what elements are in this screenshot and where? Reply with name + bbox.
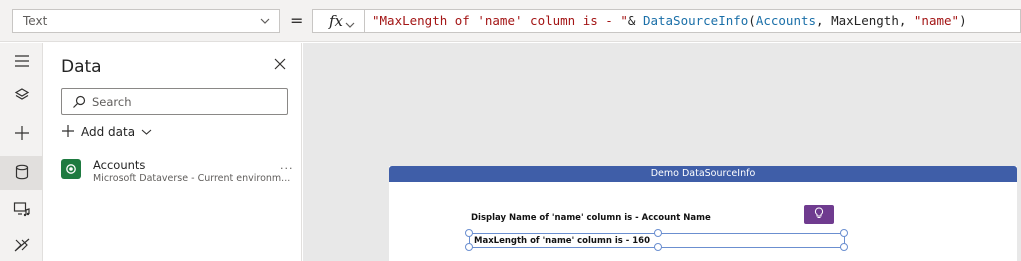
maxlength-label: MaxLength of 'name' column is - 160 [474,236,651,246]
fx-chevron-down-icon[interactable] [345,18,355,32]
lightbulb-icon [814,207,824,222]
resize-handle[interactable] [465,229,473,237]
resize-handle[interactable] [654,229,662,237]
formula-close-paren: ) [959,13,967,28]
left-rail [0,43,43,261]
data-source-subtitle: Microsoft Dataverse - Current environm..… [93,173,291,184]
pane-title: Data [61,57,102,77]
add-data-button[interactable]: Add data [61,122,152,142]
rail-menu-button[interactable] [0,45,43,79]
formula-input[interactable]: fx "MaxLength of 'name' column is - "& D… [312,9,1021,33]
data-pane: Data Search Add data Accounts Microsoft … [44,43,302,261]
maxlength-label-selected[interactable]: MaxLength of 'name' column is - 160 [465,229,848,251]
resize-handle[interactable] [840,229,848,237]
screen-header-bar[interactable]: Demo DataSourceInfo [389,166,1017,182]
formula-function: DataSourceInfo [642,13,749,28]
formula-open-paren: ( [748,13,756,28]
resize-handle[interactable] [840,243,848,251]
rail-insert-button[interactable] [0,117,43,151]
rail-media-button[interactable] [0,193,43,227]
hamburger-icon [14,54,30,71]
search-input[interactable]: Search [61,88,288,115]
fx-icon[interactable]: fx [329,12,343,30]
database-icon [15,164,29,183]
more-options-button[interactable]: ... [280,159,294,172]
chevron-down-icon [259,15,271,30]
equals-sign: = [290,11,304,30]
app-screen[interactable]: Demo DataSourceInfo Display Name of 'nam… [389,166,1017,261]
formula-comma: , [816,13,832,28]
plus-icon [13,124,31,145]
formula-text[interactable]: "MaxLength of 'name' column is - "& Data… [372,13,967,28]
formula-arg-column: "name" [913,13,960,28]
layers-icon [14,87,30,106]
formula-comma: , [898,13,914,28]
design-canvas[interactable]: Demo DataSourceInfo Display Name of 'nam… [303,43,1021,261]
fx-separator [364,10,365,32]
add-data-label: Add data [81,125,136,139]
formula-ampersand: & [627,13,643,28]
plus-icon [61,124,75,141]
display-name-label[interactable]: Display Name of 'name' column is - Accou… [471,213,711,223]
rail-advanced-tools-button[interactable] [0,229,43,261]
property-dropdown[interactable]: Text [12,9,280,33]
close-icon[interactable] [274,58,286,73]
rail-tree-view-button[interactable] [0,79,43,113]
media-icon [13,201,31,220]
dataverse-icon [61,159,81,179]
property-dropdown-value: Text [23,14,48,28]
formula-arg-datasource: Accounts [755,13,817,28]
resize-handle[interactable] [654,243,662,251]
search-icon [72,95,86,112]
advanced-tools-icon [14,238,30,255]
formula-string: "MaxLength of 'name' column is - " [372,13,628,28]
formula-bar: Text = fx "MaxLength of 'name' column is… [0,0,1021,42]
formula-arg-info: MaxLength [831,13,899,28]
chevron-down-icon [141,125,152,139]
data-source-name: Accounts [93,158,146,172]
ideas-button[interactable] [804,205,834,224]
data-source-item-accounts[interactable]: Accounts Microsoft Dataverse - Current e… [44,153,302,185]
resize-handle[interactable] [465,243,473,251]
search-placeholder: Search [92,95,132,109]
rail-data-button[interactable] [0,156,43,190]
